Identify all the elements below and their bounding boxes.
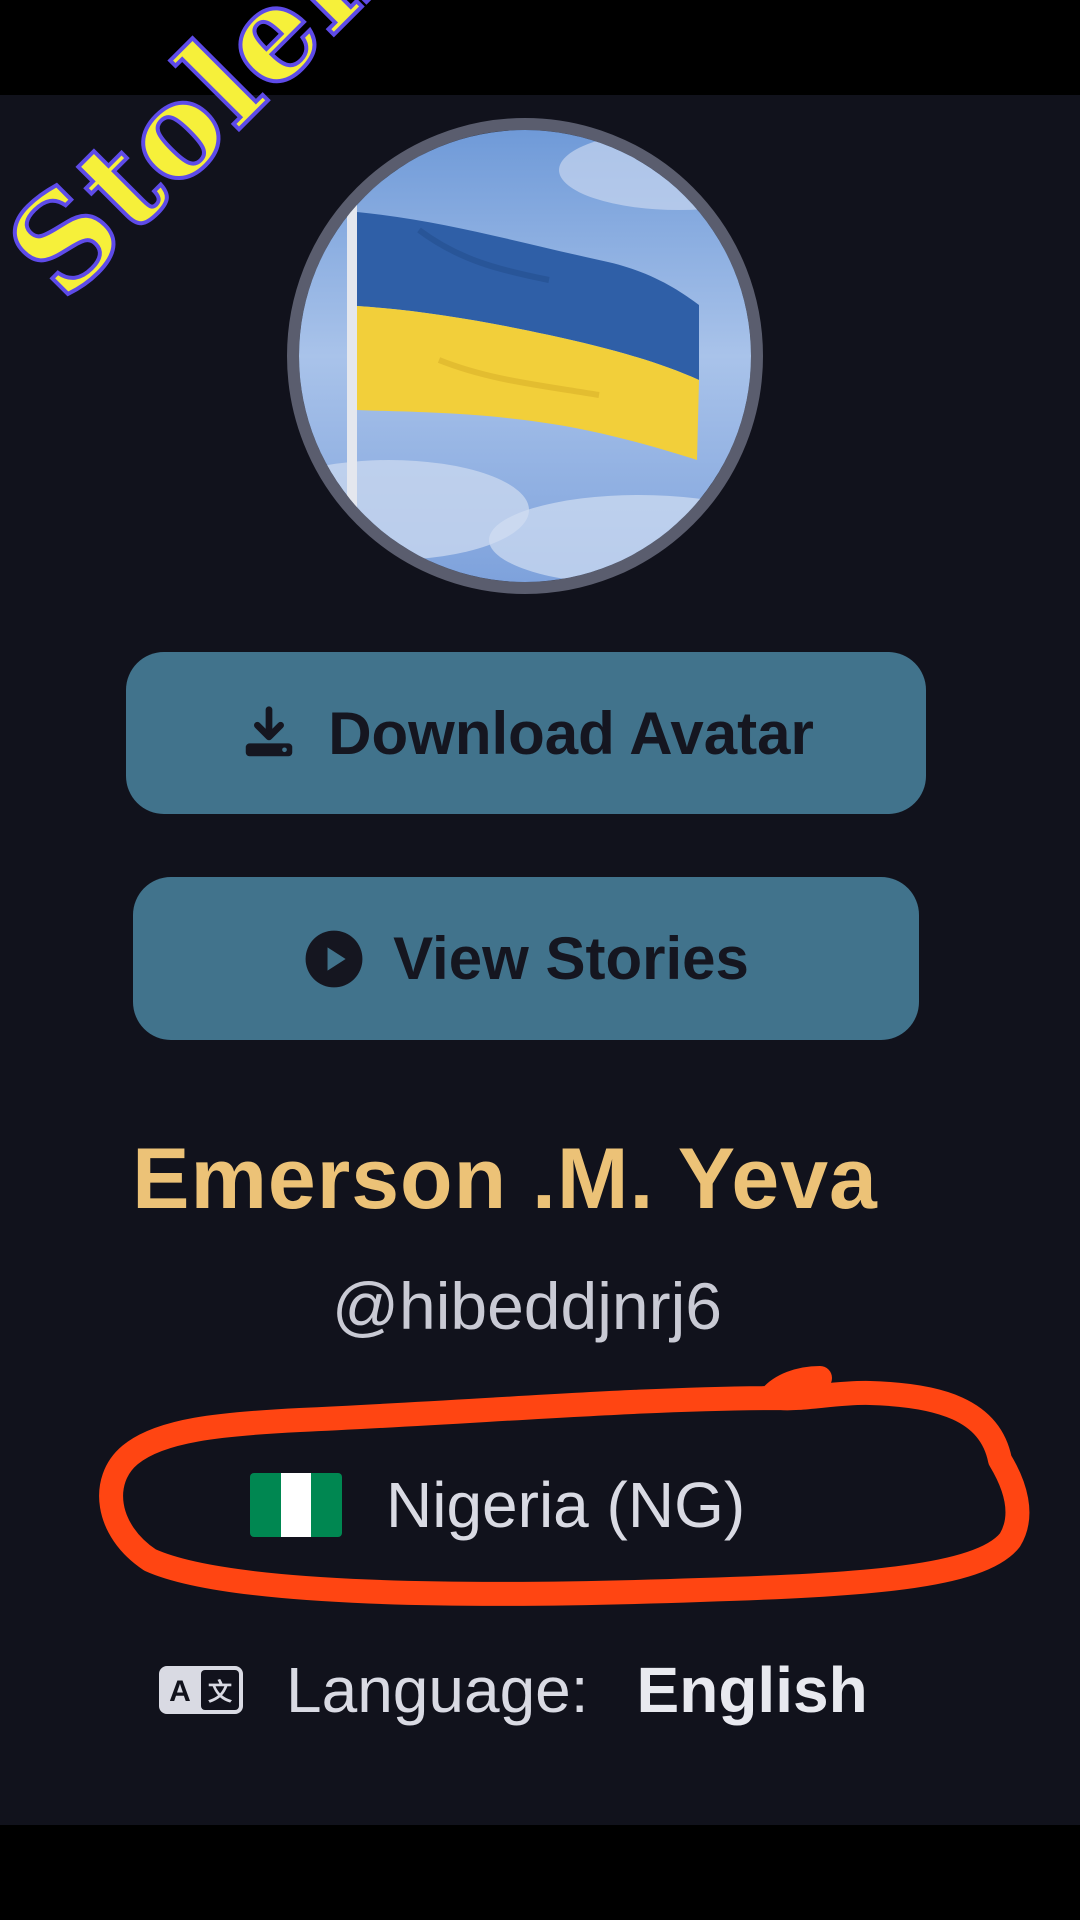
language-label: Language: [286,1654,589,1726]
country-label: Nigeria (NG) [386,1469,746,1541]
avatar [287,118,763,594]
play-circle-icon [303,928,365,990]
profile-name: Emerson .M. Yeva [132,1131,878,1227]
nigeria-flag-icon [250,1473,342,1537]
language-value: English [636,1654,868,1726]
download-avatar-button[interactable]: Download Avatar [126,652,926,814]
svg-text:A: A [169,1675,191,1708]
country-row: Nigeria (NG) [250,1465,745,1545]
svg-text:文: 文 [208,1678,233,1706]
view-stories-label: View Stories [393,925,749,992]
profile-handle: @hibeddjnrj6 [332,1269,722,1343]
translate-icon: A 文 [158,1665,244,1715]
download-avatar-label: Download Avatar [328,699,814,767]
view-stories-button[interactable]: View Stories [133,877,919,1040]
download-icon [238,702,300,764]
language-row: A 文 Language: English [158,1650,868,1730]
